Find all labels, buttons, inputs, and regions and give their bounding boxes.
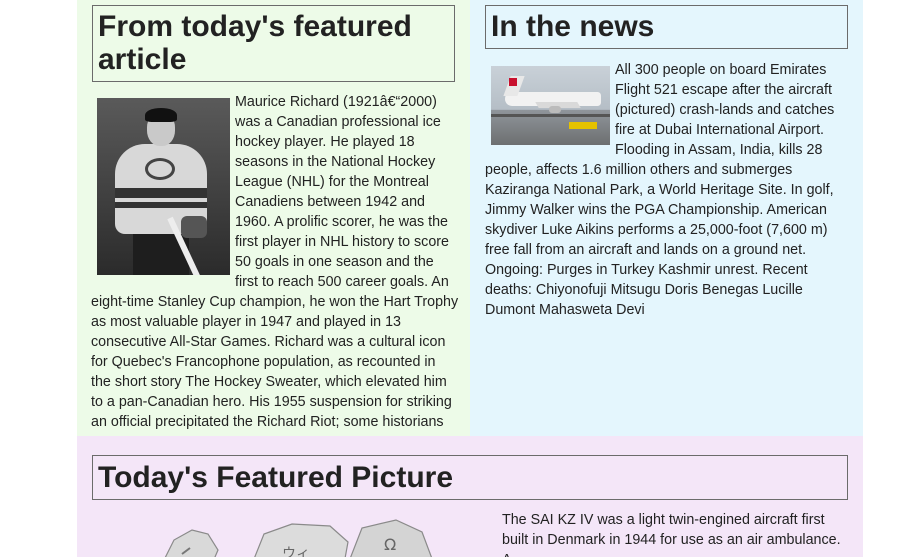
in-the-news-body: All 300 people on board Emirates Flight … bbox=[485, 60, 848, 320]
svg-text:Ω: Ω bbox=[384, 535, 396, 554]
featured-article-body: Maurice Richard (1921â€“2000) was a Cana… bbox=[91, 92, 459, 432]
featured-picture-text: The SAI KZ IV was a light twin-engined a… bbox=[502, 512, 841, 557]
svg-text:ウィ: ウィ bbox=[282, 546, 310, 557]
in-the-news-heading: In the news bbox=[485, 5, 848, 49]
in-the-news-panel: In the news All 300 people on board Emir… bbox=[470, 0, 863, 436]
featured-picture-heading: Today's Featured Picture bbox=[92, 455, 848, 500]
in-the-news-image[interactable] bbox=[491, 66, 610, 145]
featured-article-image[interactable] bbox=[97, 98, 230, 275]
featured-article-panel: From today's featured article Maurice Ri… bbox=[77, 0, 470, 436]
featured-picture-panel: Today's Featured Picture ウィ Ω The SAI KZ… bbox=[77, 436, 863, 557]
featured-article-heading: From today's featured article bbox=[92, 5, 455, 82]
puzzle-globe-image[interactable]: ウィ Ω bbox=[152, 514, 452, 557]
